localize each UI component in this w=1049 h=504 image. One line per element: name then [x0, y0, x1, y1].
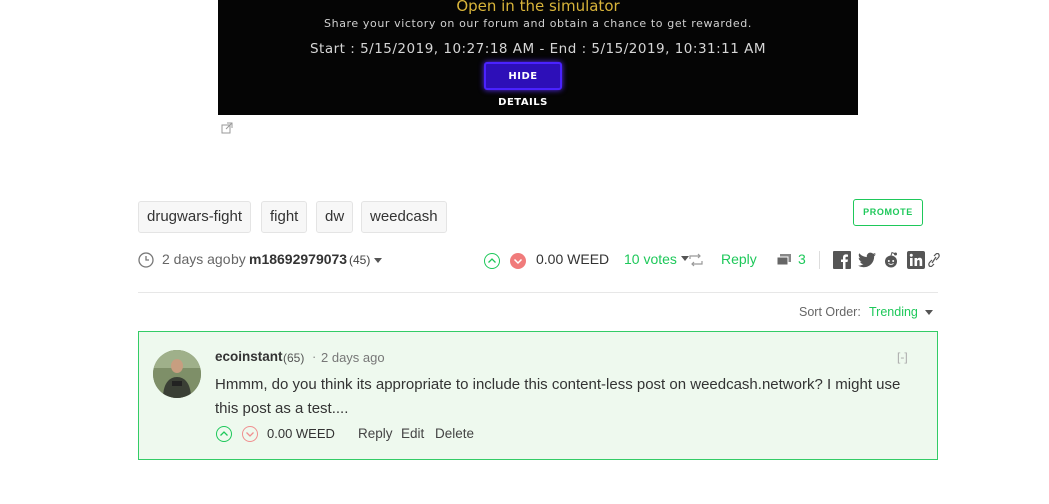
comment-author[interactable]: ecoinstant [215, 349, 283, 364]
clock-icon [138, 252, 154, 268]
game-times: Start : 5/15/2019, 10:27:18 AM - End : 5… [309, 41, 767, 57]
caret-down-icon[interactable] [374, 258, 382, 263]
facebook-icon[interactable] [833, 251, 851, 269]
sort-caret-down-icon[interactable] [925, 310, 933, 315]
author-reputation: (45) [349, 253, 371, 267]
twitter-icon[interactable] [858, 252, 876, 268]
downvote-icon[interactable] [510, 253, 526, 269]
open-in-simulator-link[interactable]: Open in the simulator [218, 0, 858, 15]
comment-upvote-icon[interactable] [216, 426, 232, 442]
divider [819, 251, 820, 269]
game-subtitle: Share your victory on our forum and obta… [324, 17, 752, 30]
comment-time[interactable]: 2 days ago [321, 350, 385, 365]
sort-order-select[interactable]: Trending [869, 305, 918, 319]
tag-fight[interactable]: fight [261, 201, 308, 233]
reply-link[interactable]: Reply [721, 251, 757, 267]
game-result-panel: Open in the simulator Share your victory… [218, 0, 858, 115]
comment-edit-link[interactable]: Edit [401, 426, 424, 441]
upvote-icon[interactable] [484, 253, 500, 269]
tag-drugwars-fight[interactable]: drugwars-fight [138, 201, 252, 233]
external-link-icon[interactable] [221, 122, 233, 134]
reblog-icon[interactable] [688, 253, 704, 267]
comment-body: Hmmm, do you think its appropriate to in… [215, 376, 901, 417]
comment-author-reputation: (65) [283, 351, 305, 365]
hide-details-button[interactable]: HIDE DETAILS [484, 62, 562, 108]
avatar[interactable] [153, 350, 201, 398]
meta-separator: · [312, 349, 317, 364]
comment-delete-link[interactable]: Delete [435, 426, 474, 441]
reddit-icon[interactable] [882, 251, 900, 269]
linkedin-icon[interactable] [907, 251, 925, 269]
comment-downvote-icon[interactable] [242, 426, 258, 442]
post-author[interactable]: m18692979073 [249, 251, 347, 267]
by-label: by [231, 251, 246, 267]
promote-button[interactable]: PROMOTE [853, 199, 923, 226]
comments-icon[interactable] [776, 253, 792, 267]
post-time: 2 days ago [162, 251, 231, 267]
votes-count[interactable]: 10 votes [624, 251, 677, 267]
comments-count[interactable]: 3 [798, 251, 806, 267]
post-payout[interactable]: 0.00 WEED [536, 251, 609, 267]
collapse-toggle[interactable]: [-] [897, 350, 908, 364]
tag-weedcash[interactable]: weedcash [361, 201, 447, 233]
comment-payout[interactable]: 0.00 WEED [267, 426, 335, 441]
section-divider [138, 292, 938, 293]
comment-reply-link[interactable]: Reply [358, 426, 393, 441]
tag-dw[interactable]: dw [316, 201, 354, 233]
link-icon[interactable] [928, 253, 940, 267]
sort-order-label: Sort Order: [799, 305, 861, 319]
